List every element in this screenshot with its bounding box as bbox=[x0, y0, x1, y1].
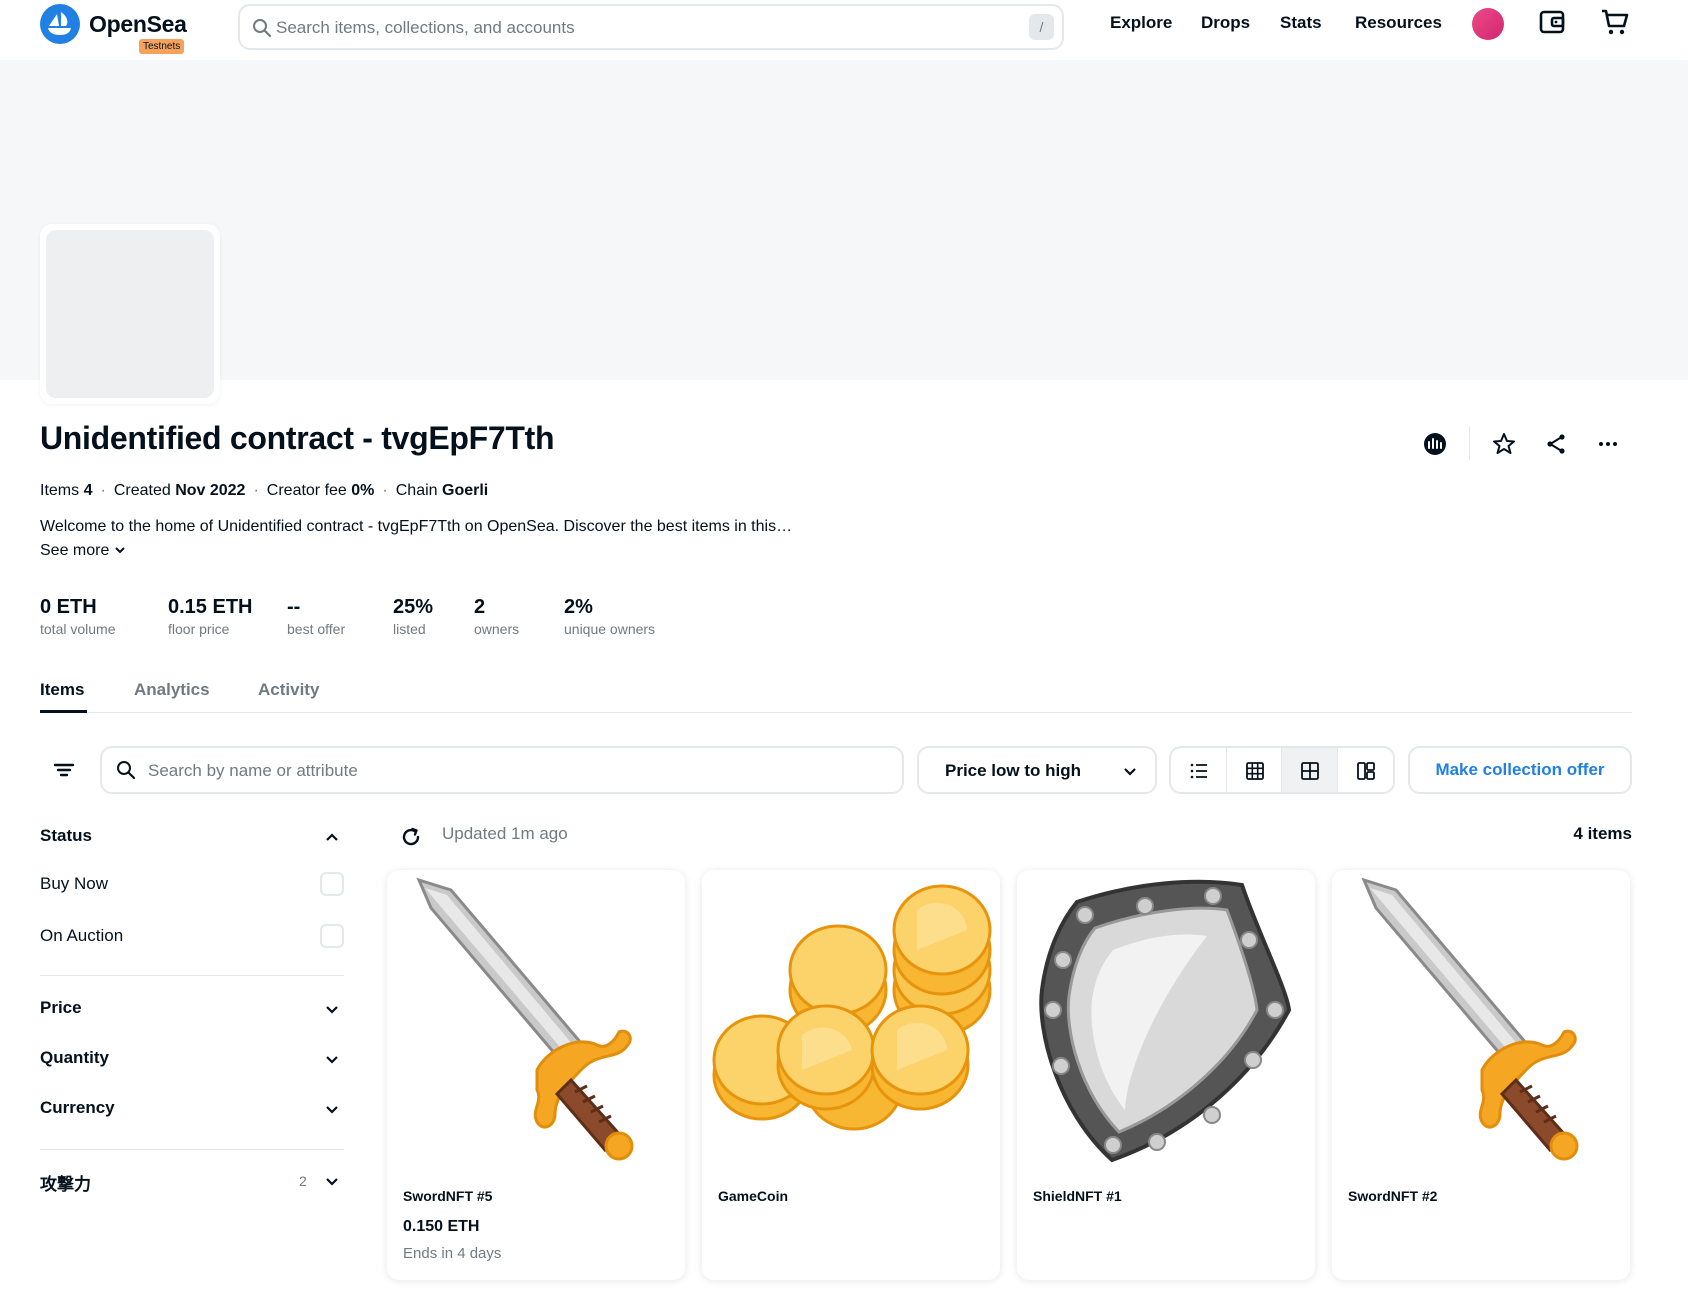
filter-status-header[interactable]: Status bbox=[40, 826, 92, 846]
tab-items[interactable]: Items bbox=[40, 680, 84, 700]
nav-stats[interactable]: Stats bbox=[1280, 13, 1322, 33]
chevron-up-icon[interactable] bbox=[322, 827, 342, 847]
nav-resources[interactable]: Resources bbox=[1355, 13, 1442, 33]
item-count: 4 items bbox=[1573, 824, 1632, 843]
large-grid-icon bbox=[1301, 762, 1319, 780]
more-options-icon[interactable] bbox=[1592, 428, 1624, 460]
wallet-icon[interactable] bbox=[1536, 6, 1568, 38]
nft-name: GameCoin bbox=[718, 1188, 789, 1204]
chevron-down-icon[interactable] bbox=[322, 999, 342, 1019]
collection-avatar bbox=[40, 224, 220, 404]
chevron-down-icon[interactable] bbox=[322, 1099, 342, 1119]
nav-drops[interactable]: Drops bbox=[1201, 13, 1250, 33]
mosaic-view-button[interactable] bbox=[1338, 748, 1394, 792]
chevron-down-icon[interactable] bbox=[322, 1049, 342, 1069]
attribute-count: 2 bbox=[299, 1173, 307, 1189]
filter-option-on-auction: On Auction bbox=[40, 926, 124, 945]
tab-activity[interactable]: Activity bbox=[258, 680, 319, 700]
filter-option-buy-now: Buy Now bbox=[40, 874, 109, 893]
testnet-badge: Testnets bbox=[139, 39, 185, 54]
collection-banner bbox=[0, 60, 1688, 380]
sort-dropdown[interactable]: Price low to high bbox=[917, 746, 1157, 794]
stat-floor-price: 0.15 ETH floor price bbox=[168, 596, 253, 637]
list-view-button[interactable] bbox=[1171, 748, 1227, 792]
stat-best-offer: -- best offer bbox=[287, 596, 346, 637]
sword-image bbox=[416, 877, 634, 1161]
see-more-link[interactable]: See more bbox=[40, 542, 126, 560]
buy-now-checkbox[interactable] bbox=[320, 872, 344, 896]
nft-price: 0.150 ETH bbox=[403, 1218, 480, 1235]
filter-divider bbox=[40, 1149, 344, 1150]
search-icon bbox=[117, 761, 136, 780]
filter-divider bbox=[40, 975, 344, 976]
search-shortcut-key: / bbox=[1029, 14, 1054, 40]
nft-name: ShieldNFT #1 bbox=[1033, 1188, 1122, 1204]
collection-description: Welcome to the home of Unidentified cont… bbox=[40, 518, 793, 535]
star-icon[interactable] bbox=[1488, 428, 1520, 460]
nav-explore[interactable]: Explore bbox=[1110, 13, 1172, 33]
top-nav: OpenSea Testnets Search items, collectio… bbox=[0, 0, 1688, 60]
stat-owners: 2 owners bbox=[474, 596, 520, 637]
nft-auction-ends: Ends in 4 days bbox=[403, 1245, 502, 1262]
nft-card[interactable]: SwordNFT #5 0.150 ETH Ends in 4 days bbox=[387, 870, 685, 1280]
stat-total-volume: 0 ETH total volume bbox=[40, 596, 116, 637]
tab-analytics[interactable]: Analytics bbox=[134, 680, 210, 700]
nft-card[interactable]: SwordNFT #2 bbox=[1332, 870, 1630, 1280]
sword-image bbox=[1361, 877, 1579, 1161]
chevron-down-icon bbox=[115, 547, 125, 554]
shield-image bbox=[1039, 879, 1292, 1163]
search-icon bbox=[253, 19, 272, 38]
cart-icon[interactable] bbox=[1599, 6, 1631, 38]
search-placeholder: Search items, collections, and accounts bbox=[276, 18, 575, 37]
view-mode-toggle bbox=[1169, 746, 1395, 794]
list-view-icon bbox=[1190, 763, 1207, 779]
nft-name: SwordNFT #2 bbox=[1348, 1188, 1438, 1204]
chevron-down-icon[interactable] bbox=[322, 1171, 342, 1191]
collection-meta: Items 4 · Created Nov 2022 · Creator fee 0% ·… bbox=[40, 482, 489, 499]
filter-icon[interactable] bbox=[48, 754, 80, 786]
coins-image bbox=[712, 884, 992, 1131]
refresh-icon[interactable] bbox=[400, 826, 422, 848]
stat-listed: 25% listed bbox=[393, 596, 434, 637]
on-auction-checkbox[interactable] bbox=[320, 924, 344, 948]
updated-timestamp: Updated 1m ago bbox=[442, 824, 568, 843]
make-collection-offer-button[interactable]: Make collection offer bbox=[1408, 746, 1632, 794]
global-search-input[interactable]: Search items, collections, and accounts … bbox=[238, 4, 1064, 50]
profile-avatar[interactable] bbox=[1472, 8, 1504, 40]
item-search-input[interactable]: Search by name or attribute bbox=[100, 746, 904, 794]
chevron-down-icon bbox=[1124, 768, 1136, 776]
share-icon[interactable] bbox=[1540, 428, 1572, 460]
small-grid-icon bbox=[1245, 762, 1264, 780]
large-grid-view-button[interactable] bbox=[1282, 748, 1338, 792]
etherscan-icon[interactable] bbox=[1419, 428, 1451, 460]
nft-card[interactable]: ShieldNFT #1 bbox=[1017, 870, 1315, 1280]
small-grid-view-button[interactable] bbox=[1227, 748, 1282, 792]
active-tab-indicator bbox=[40, 710, 87, 713]
nft-name: SwordNFT #5 bbox=[403, 1188, 493, 1204]
item-search-placeholder: Search by name or attribute bbox=[148, 761, 358, 780]
nft-card[interactable]: GameCoin bbox=[702, 870, 1000, 1280]
stat-unique-owners: 2% unique owners bbox=[564, 596, 656, 637]
action-divider bbox=[1469, 426, 1470, 460]
mosaic-view-icon bbox=[1356, 762, 1375, 780]
sort-label: Price low to high bbox=[945, 761, 1082, 780]
tabs-divider bbox=[40, 712, 1632, 713]
collection-title: Unidentified contract - tvgEpF7Tth bbox=[40, 420, 555, 456]
filter-attribute-header[interactable]: 攻撃力 bbox=[40, 1170, 91, 1195]
filter-quantity-header[interactable]: Quantity bbox=[40, 1048, 109, 1068]
logo-text[interactable]: OpenSea bbox=[89, 11, 187, 38]
opensea-logo-icon[interactable] bbox=[40, 4, 80, 44]
filter-currency-header[interactable]: Currency bbox=[40, 1098, 115, 1118]
filter-price-header[interactable]: Price bbox=[40, 998, 82, 1018]
